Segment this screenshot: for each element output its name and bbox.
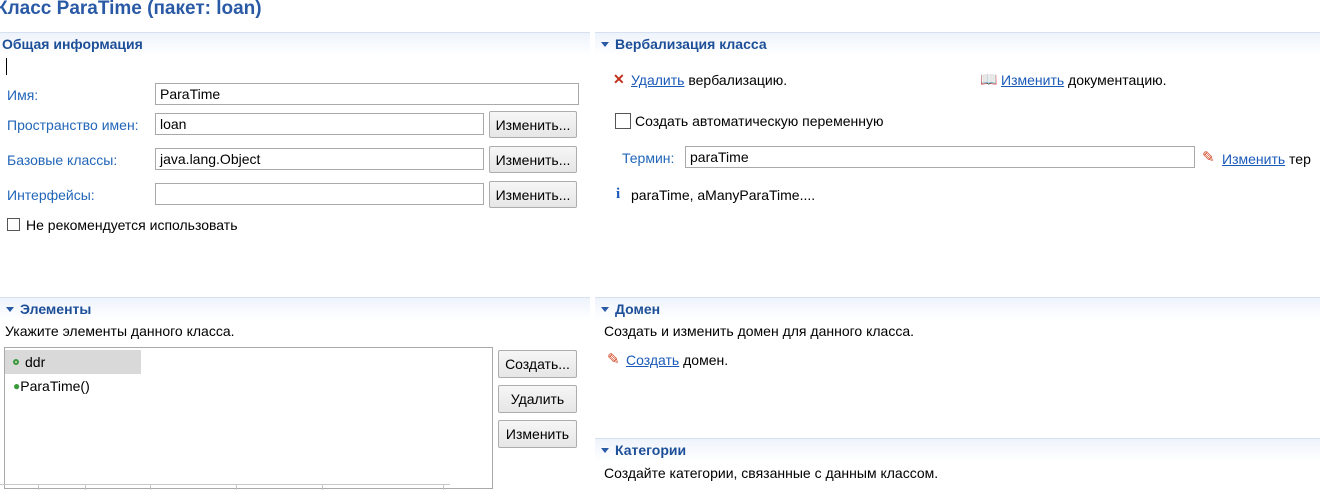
term-field[interactable]: paraTime	[685, 146, 1195, 168]
collapse-triangle-icon	[601, 306, 609, 312]
element-name: ParaTime()	[20, 378, 90, 394]
domain-description: Создать и изменить домен для данного кла…	[604, 323, 914, 339]
field-dot-icon	[13, 359, 19, 365]
constructor-icon: ●	[13, 379, 21, 393]
info-icon: i	[616, 186, 621, 202]
collapse-triangle-icon	[6, 306, 14, 312]
base-classes-label: Базовые классы:	[7, 152, 118, 168]
domain-header-label: Домен	[615, 301, 661, 317]
base-classes-field[interactable]: java.lang.Object	[155, 148, 484, 170]
change-base-classes-button[interactable]: Изменить...	[489, 146, 577, 173]
elements-section-header[interactable]: Элементы	[0, 297, 590, 320]
create-domain-link[interactable]: Создать	[626, 352, 679, 368]
name-label: Имя:	[7, 87, 39, 103]
domain-section-header[interactable]: Домен	[595, 297, 1320, 320]
page-title: Класс ParaTime (пакет: loan)	[0, 0, 262, 19]
verbalization-info-text: paraTime, aManyParaTime....	[631, 187, 816, 203]
categories-description: Создайте категории, связанные с данным к…	[604, 465, 939, 481]
red-x-icon: ✕	[613, 71, 625, 87]
elements-header-label: Элементы	[20, 301, 92, 317]
element-name: ddr	[25, 354, 46, 370]
text-cursor	[6, 58, 7, 75]
list-item[interactable]: ddr	[5, 350, 141, 374]
namespace-label: Пространство имен:	[7, 117, 139, 133]
categories-section-header[interactable]: Категории	[595, 438, 1320, 461]
general-header-label: Общая информация	[2, 36, 143, 52]
interfaces-label: Интерфейсы:	[7, 187, 95, 203]
auto-variable-checkbox[interactable]	[615, 113, 631, 129]
list-item[interactable]: ● ParaTime()	[5, 374, 492, 398]
name-field[interactable]: ParaTime	[155, 83, 579, 105]
collapse-triangle-icon	[601, 41, 609, 47]
term-label: Термин:	[622, 150, 675, 166]
change-interfaces-button[interactable]: Изменить...	[489, 181, 577, 208]
auto-variable-label: Создать автоматическую переменную	[635, 113, 884, 129]
delete-element-button[interactable]: Удалить	[498, 385, 577, 413]
deprecated-label: Не рекомендуется использовать	[26, 217, 238, 233]
namespace-field[interactable]: loan	[155, 113, 484, 135]
collapse-triangle-icon	[601, 447, 609, 453]
create-element-button[interactable]: Создать...	[498, 350, 577, 378]
elements-list[interactable]: ddr ● ParaTime()	[4, 347, 493, 489]
delete-verbalization-suffix: вербализацию.	[688, 72, 788, 88]
change-namespace-button[interactable]: Изменить...	[489, 111, 577, 138]
verbalization-section-header[interactable]: Вербализация класса	[595, 32, 1320, 55]
elements-description: Укажите элементы данного класса.	[5, 323, 235, 339]
deprecated-checkbox[interactable]	[7, 218, 20, 231]
categories-header-label: Категории	[615, 442, 687, 458]
delete-verbalization-link[interactable]: Удалить	[631, 72, 684, 88]
pencil-icon: ✎	[1202, 149, 1215, 166]
change-element-button[interactable]: Изменить	[498, 420, 577, 448]
change-documentation-suffix: документацию.	[1068, 72, 1167, 88]
change-term-link[interactable]: Изменить	[1222, 151, 1285, 167]
bottom-tab-strip	[0, 484, 450, 490]
book-icon: 📖	[980, 71, 998, 87]
interfaces-field[interactable]	[155, 183, 484, 205]
create-domain-suffix: домен.	[683, 352, 729, 368]
pencil-icon: ✎	[607, 351, 620, 368]
change-term-suffix: тер	[1289, 151, 1311, 167]
general-section-header[interactable]: Общая информация	[0, 32, 590, 55]
change-documentation-link[interactable]: Изменить	[1001, 72, 1064, 88]
verbalization-header-label: Вербализация класса	[615, 36, 767, 52]
